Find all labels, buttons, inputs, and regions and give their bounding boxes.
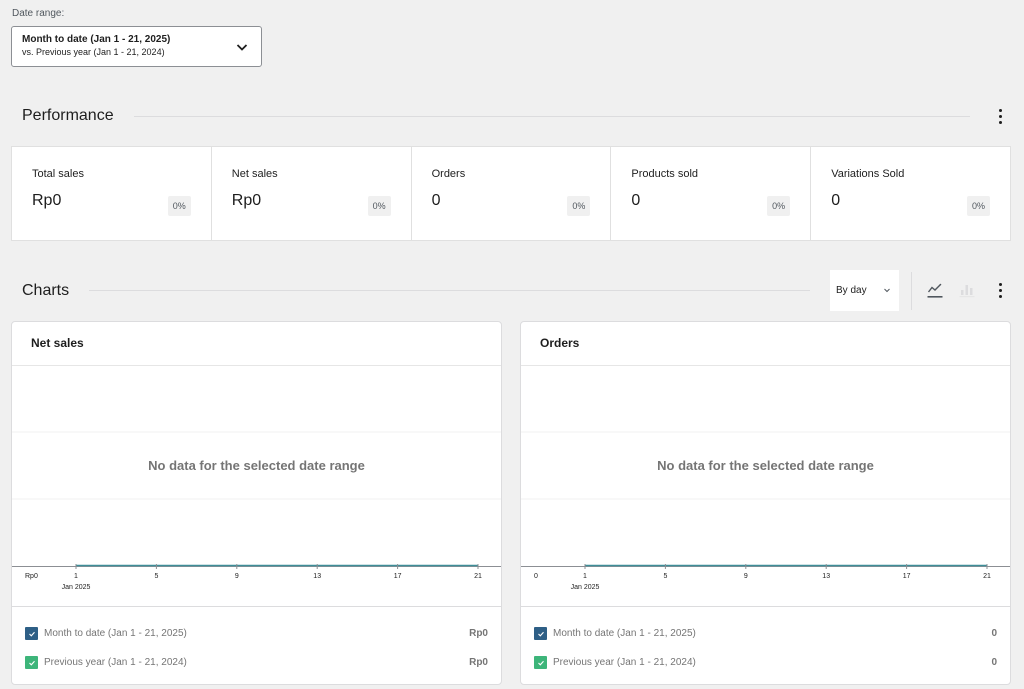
x-tick-label: 17 — [903, 573, 911, 580]
perf-delta-badge: 0% — [767, 196, 791, 216]
perf-label: Variations Sold — [831, 168, 905, 180]
perf-label: Net sales — [231, 168, 278, 180]
check-icon — [537, 631, 544, 637]
legend-label: Month to date (Jan 1 - 21, 2025) — [553, 628, 696, 639]
kebab-dot — [998, 295, 1002, 298]
chart-title: Net sales — [12, 322, 501, 366]
legend-checkbox[interactable] — [534, 656, 547, 669]
bar-chart-icon — [959, 284, 975, 297]
kebab-dot — [998, 289, 1002, 292]
perf-label: Orders — [431, 168, 466, 180]
legend-value: Rp0 — [469, 628, 488, 639]
controls-divider — [911, 271, 912, 310]
perf-card-orders[interactable]: Orders 0 0% — [412, 147, 612, 240]
legend-value: Rp0 — [469, 657, 488, 668]
chevron-down-icon — [236, 44, 248, 51]
empty-state-message: No data for the selected date range — [657, 458, 874, 473]
legend-value: 0 — [991, 657, 997, 668]
perf-delta-badge: 0% — [567, 196, 591, 216]
performance-title: Performance — [22, 107, 114, 124]
bar-chart-button[interactable] — [958, 281, 976, 301]
kebab-dot — [998, 283, 1002, 286]
interval-value: By day — [836, 285, 867, 296]
chart-controls: By day — [830, 270, 1010, 311]
legend-item-current[interactable]: Month to date (Jan 1 - 21, 2025) Rp0 — [25, 619, 488, 648]
date-range-label: Date range: — [12, 8, 65, 19]
performance-header: Performance — [22, 101, 1010, 131]
perf-card-total-sales[interactable]: Total sales Rp0 0% — [12, 147, 212, 240]
x-axis-sublabel: Jan 2025 — [62, 584, 91, 591]
legend-label: Month to date (Jan 1 - 21, 2025) — [44, 628, 187, 639]
charts-menu-button[interactable] — [990, 279, 1010, 303]
legend-item-current[interactable]: Month to date (Jan 1 - 21, 2025) 0 — [534, 619, 997, 648]
x-tick-label: 9 — [235, 573, 239, 580]
x-tick-label: 13 — [822, 573, 830, 580]
y-tick-label: 0 — [534, 573, 538, 580]
perf-value: Rp0 — [231, 192, 262, 209]
date-range-comparison: vs. Previous year (Jan 1 - 21, 2024) — [22, 47, 165, 57]
chart-legend: Month to date (Jan 1 - 21, 2025) Rp0 Pre… — [12, 607, 501, 684]
interval-select[interactable]: By day — [830, 270, 899, 311]
legend-label: Previous year (Jan 1 - 21, 2024) — [553, 657, 696, 668]
date-range-primary: Month to date (Jan 1 - 21, 2025) — [22, 34, 171, 45]
chart-title: Orders — [521, 322, 1010, 366]
x-tick-label: 1 — [74, 573, 78, 580]
chart-panel-net-sales: Net sales Rp0 1 5 9 13 17 21 Jan 2025 No data f… — [11, 321, 502, 685]
legend-checkbox[interactable] — [25, 656, 38, 669]
legend-item-previous[interactable]: Previous year (Jan 1 - 21, 2024) Rp0 — [25, 648, 488, 677]
kebab-dot — [998, 108, 1002, 112]
perf-card-variations-sold[interactable]: Variations Sold 0 0% — [811, 147, 1010, 240]
x-tick-label: 5 — [663, 573, 667, 580]
charts-header: Charts By day — [22, 270, 1010, 311]
perf-delta-badge: 0% — [966, 196, 990, 216]
x-tick-label: 13 — [313, 573, 321, 580]
line-chart-button[interactable] — [926, 281, 944, 301]
legend-value: 0 — [991, 628, 997, 639]
legend-checkbox[interactable] — [534, 627, 547, 640]
x-tick-label: 17 — [394, 573, 402, 580]
perf-label: Products sold — [631, 168, 699, 180]
perf-delta-badge: 0% — [167, 196, 191, 216]
check-icon — [28, 631, 35, 637]
section-divider — [133, 115, 970, 117]
performance-menu-button[interactable] — [990, 104, 1010, 128]
chart-area: 0 1 5 9 13 17 21 Jan 2025 No data for the selec… — [521, 366, 1010, 607]
chart-svg: Rp0 1 5 9 13 17 21 Jan 2025 — [12, 431, 501, 591]
section-divider — [89, 290, 810, 291]
empty-state-message: No data for the selected date range — [148, 458, 365, 473]
perf-label: Total sales — [32, 168, 84, 180]
x-tick-label: 1 — [583, 573, 587, 580]
x-tick-label: 5 — [154, 573, 158, 580]
charts-title: Charts — [22, 281, 70, 299]
perf-card-products-sold[interactable]: Products sold 0 0% — [611, 147, 812, 240]
legend-item-previous[interactable]: Previous year (Jan 1 - 21, 2024) 0 — [534, 648, 997, 677]
x-tick-label: 9 — [744, 573, 748, 580]
perf-value: Rp0 — [32, 192, 62, 209]
check-icon — [537, 660, 544, 666]
perf-card-net-sales[interactable]: Net sales Rp0 0% — [212, 147, 412, 240]
x-tick-label: 21 — [983, 573, 991, 580]
chart-area: Rp0 1 5 9 13 17 21 Jan 2025 No data for the sel… — [12, 366, 501, 607]
line-chart-icon — [927, 283, 943, 298]
chevron-down-icon — [884, 288, 890, 293]
chart-panel-orders: Orders 0 1 5 9 13 17 21 Jan 2025 No data for th… — [520, 321, 1011, 685]
date-range-picker[interactable]: Month to date (Jan 1 - 21, 2025) vs. Pre… — [11, 26, 262, 67]
check-icon — [28, 660, 35, 666]
kebab-dot — [998, 120, 1002, 124]
perf-delta-badge: 0% — [367, 196, 391, 216]
x-axis-sublabel: Jan 2025 — [571, 584, 600, 591]
chart-legend: Month to date (Jan 1 - 21, 2025) 0 Previ… — [521, 607, 1010, 684]
x-tick-label: 21 — [474, 573, 482, 580]
legend-checkbox[interactable] — [25, 627, 38, 640]
y-tick-label: Rp0 — [25, 573, 38, 580]
performance-cards: Total sales Rp0 0% Net sales Rp0 0% Orde… — [11, 146, 1011, 241]
kebab-dot — [998, 114, 1002, 118]
legend-label: Previous year (Jan 1 - 21, 2024) — [44, 657, 187, 668]
chart-svg: 0 1 5 9 13 17 21 Jan 2025 — [521, 431, 1010, 591]
